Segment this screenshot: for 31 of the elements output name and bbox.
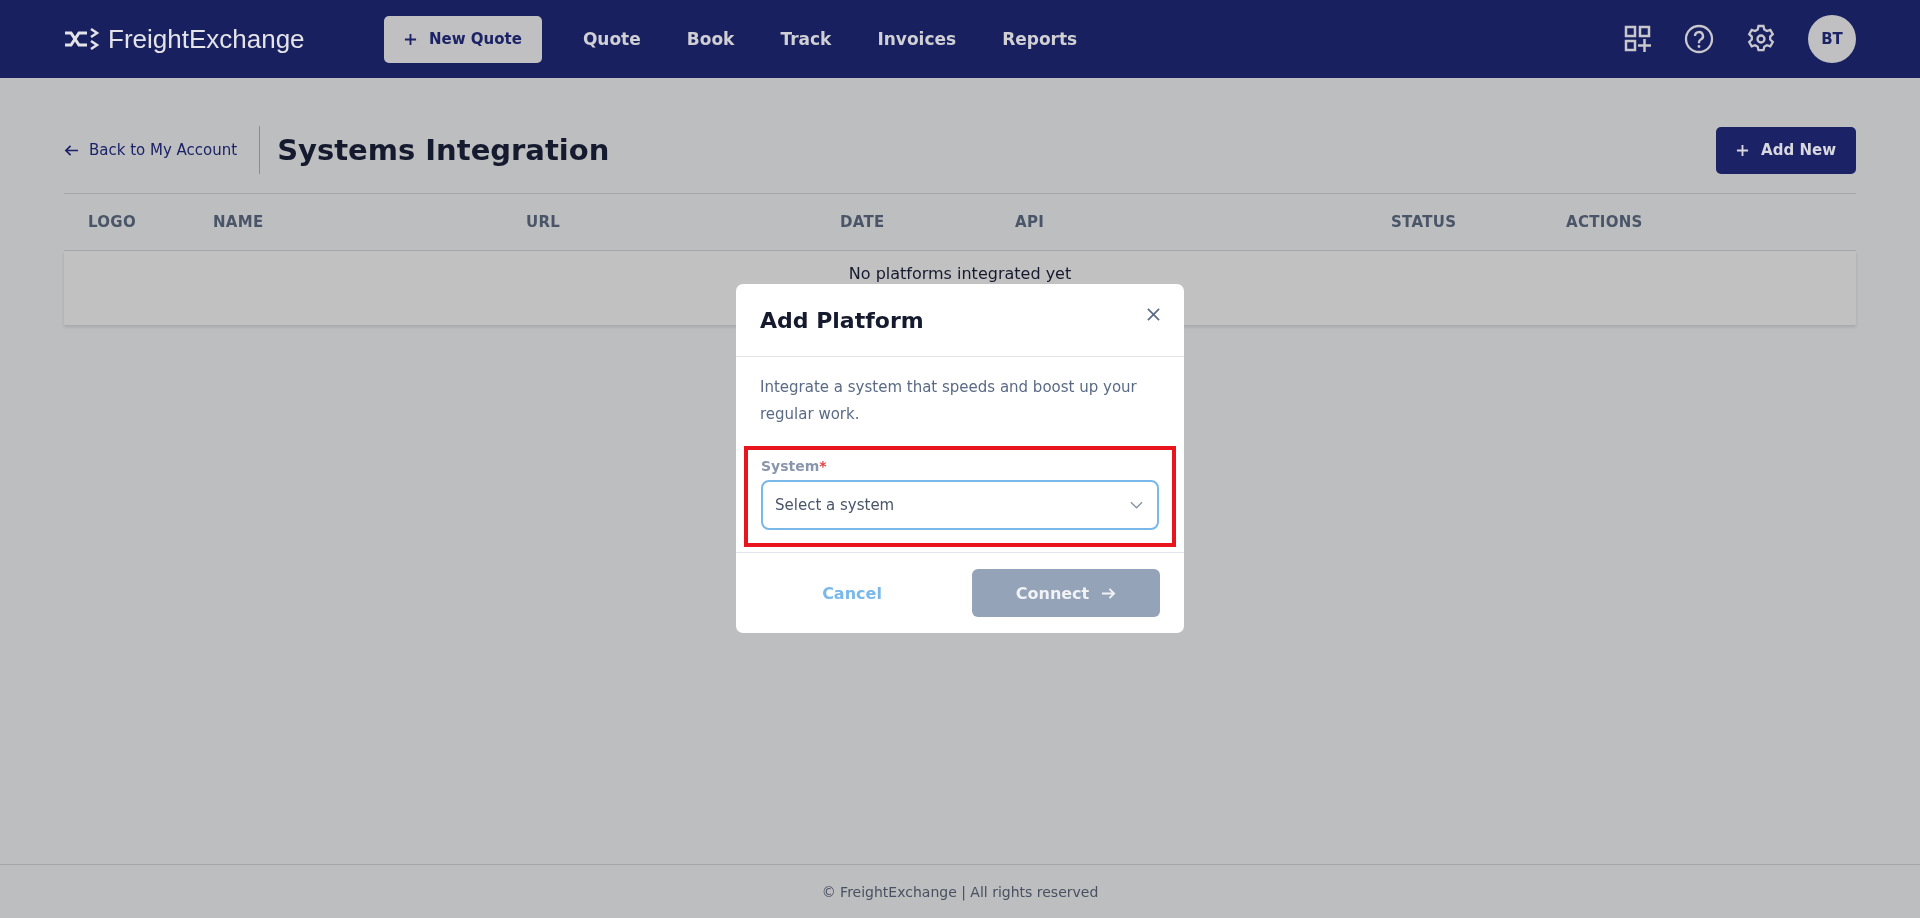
- nav-link[interactable]: Invoices: [877, 29, 957, 49]
- add-new-button[interactable]: Add New: [1716, 126, 1856, 174]
- nav-link[interactable]: Reports: [1002, 29, 1078, 49]
- back-link[interactable]: Back to My Account: [64, 141, 238, 159]
- nav-link[interactable]: Quote: [582, 29, 641, 49]
- nav-link[interactable]: Book: [686, 29, 735, 49]
- column-header: DATE: [840, 213, 885, 231]
- dialog-title: Add Platform: [760, 307, 924, 333]
- column-header: LOGO: [88, 213, 137, 231]
- help-icon[interactable]: [1684, 24, 1714, 54]
- column-header: API: [1015, 213, 1045, 231]
- close-icon[interactable]: [1147, 307, 1160, 321]
- plus-icon: [404, 32, 417, 46]
- column-header: URL: [526, 213, 561, 231]
- settings-icon[interactable]: [1746, 24, 1776, 54]
- apps-add-icon[interactable]: [1624, 25, 1652, 53]
- plus-icon: [1736, 143, 1750, 157]
- logo-text: FreightExchange: [108, 23, 305, 55]
- chevron-down-icon: [1130, 501, 1143, 509]
- user-avatar[interactable]: BT: [1808, 15, 1856, 63]
- footer-text: © FreightExchange | All rights reserved: [821, 883, 1099, 900]
- column-header: ACTIONS: [1566, 213, 1643, 231]
- column-header: STATUS: [1391, 213, 1457, 231]
- system-select[interactable]: Select a system: [761, 480, 1159, 530]
- new-quote-button[interactable]: New Quote: [384, 15, 542, 63]
- nav-link[interactable]: Track: [780, 29, 832, 49]
- column-header: NAME: [213, 213, 264, 231]
- field-label: System*: [761, 458, 828, 474]
- page-title: Systems Integration: [277, 133, 610, 167]
- empty-message: No platforms integrated yet: [848, 264, 1072, 284]
- dialog-description: Integrate a system that speeds and boost up your regular work.: [760, 377, 1138, 425]
